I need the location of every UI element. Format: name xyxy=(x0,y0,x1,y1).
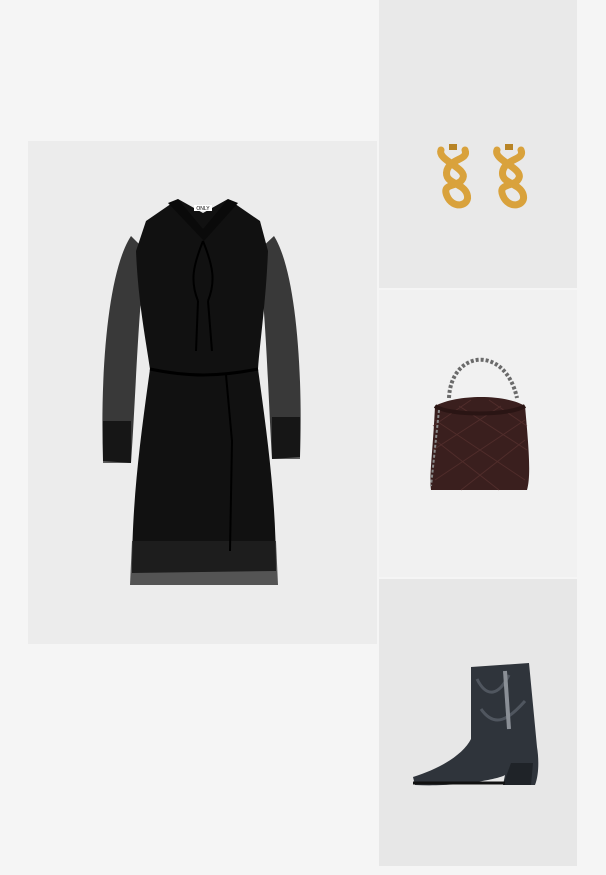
black-dress-image: ONLY xyxy=(102,199,301,585)
western-boot-image xyxy=(413,663,539,786)
outfit-item-earrings[interactable] xyxy=(379,0,577,288)
quilted-bag-image xyxy=(430,357,530,491)
outfit-item-dress[interactable]: ONLY xyxy=(28,141,377,644)
outfit-item-boots[interactable] xyxy=(379,579,577,866)
gold-earrings-image xyxy=(437,144,528,209)
outfit-item-bag[interactable] xyxy=(379,290,577,577)
brand-tag: ONLY xyxy=(196,206,210,212)
